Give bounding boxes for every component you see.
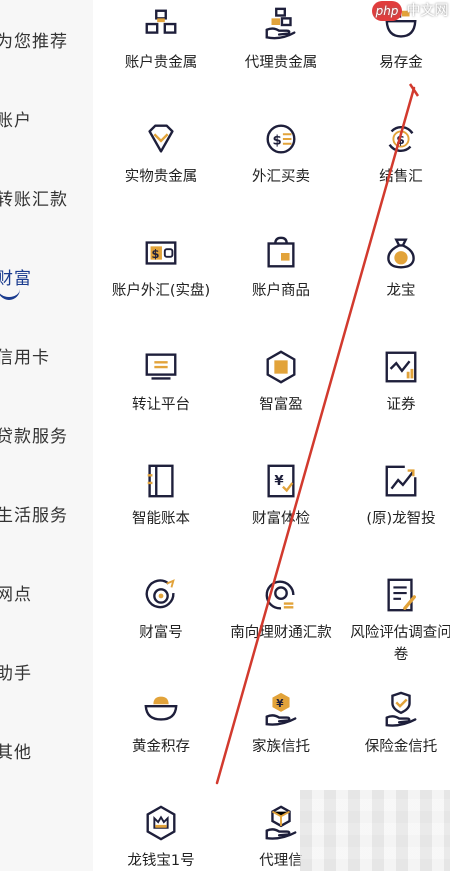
grid-item-wealth-checkup[interactable]: ¥ 财富体检	[221, 462, 341, 530]
sidebar-item-assistant[interactable]: 助手	[0, 659, 32, 684]
grid-item-southbound-remit[interactable]: 南向理财通汇款	[221, 576, 341, 644]
category-sidebar: 为您推荐 账户 转账汇款 财富 信用卡 贷款服务 生活服务 网点 助手 其他	[0, 0, 93, 871]
grid-item-label: 风险评估调查问卷	[350, 625, 450, 663]
grid-item-label: 账户外汇(实盘)	[111, 283, 211, 299]
sidebar-item-branches[interactable]: 网点	[0, 580, 32, 605]
grid-item-label: 智富盈	[259, 397, 303, 413]
wealth-services-grid: 账户贵金属 代理贵金属 易存金 实物贵金属 $ 外汇买卖 $ 结售汇 $ 账户外…	[93, 0, 450, 871]
money-bag-icon	[387, 238, 415, 269]
grid-item-label: 保险金信托	[364, 739, 438, 755]
wallet-dollar-icon: $	[145, 241, 177, 265]
grid-item-label: 黄金积存	[132, 739, 190, 755]
grid-item-label: 易存金	[379, 55, 423, 71]
grid-item-longzhitou[interactable]: (原)龙智投	[341, 462, 450, 530]
currency-cycle-icon: $	[388, 126, 414, 152]
crown-badge-icon	[146, 805, 176, 841]
insurance-trust-icon	[385, 691, 417, 727]
grid-item-risk-survey[interactable]: 风险评估调查问卷	[341, 576, 450, 666]
grid-item-account-metal[interactable]: 账户贵金属	[101, 6, 221, 74]
diamond-icon	[148, 124, 174, 153]
grid-item-account-fx[interactable]: $ 账户外汇(实盘)	[101, 234, 221, 302]
grid-item-longqianbao[interactable]: 龙钱宝1号	[101, 804, 221, 872]
grid-item-label: 财富体检	[252, 511, 310, 527]
checkup-clipboard-icon: ¥	[267, 464, 295, 498]
grid-item-label: 外汇买卖	[252, 169, 310, 185]
svg-text:$: $	[272, 134, 281, 149]
grid-item-zhifuying[interactable]: 智富盈	[221, 348, 341, 416]
grid-item-gold-savings[interactable]: 黄金积存	[101, 690, 221, 758]
blurred-region	[300, 790, 450, 871]
transfer-monitor-icon	[145, 353, 177, 380]
svg-text:¥: ¥	[274, 474, 284, 489]
grid-item-label: 智能账本	[132, 511, 190, 527]
sidebar-item-loans[interactable]: 贷款服务	[0, 422, 68, 447]
grid-item-insurance-trust[interactable]: 保险金信托	[341, 690, 450, 758]
grid-item-label: 结售汇	[379, 169, 423, 185]
shopping-bag-icon	[267, 236, 295, 268]
sidebar-item-credit-card[interactable]: 信用卡	[0, 343, 50, 368]
grid-item-transfer-platform[interactable]: 转让平台	[101, 348, 221, 416]
gold-ingot-icon	[144, 696, 178, 721]
survey-form-icon	[387, 578, 416, 612]
stock-chart-icon	[385, 351, 417, 383]
grid-item-label: 账户商品	[252, 283, 310, 299]
sidebar-item-account[interactable]: 账户	[0, 106, 32, 131]
watermark-text: 中文网	[406, 3, 449, 19]
grid-item-label: (原)龙智投	[366, 511, 436, 527]
watermark-logo: php	[372, 1, 402, 21]
grid-item-label: 财富号	[139, 625, 183, 641]
grid-item-label: 证券	[386, 397, 416, 413]
gold-bars-icon	[145, 9, 177, 34]
svg-text:$: $	[152, 247, 160, 261]
sidebar-item-transfer[interactable]: 转账汇款	[0, 185, 68, 210]
grid-item-label: 家族信托	[252, 739, 310, 755]
grid-item-wealth-account[interactable]: 财富号	[101, 576, 221, 644]
site-watermark: php 中文网	[372, 0, 450, 22]
svg-text:¥: ¥	[276, 698, 284, 710]
grid-item-label: 代理贵金属	[244, 55, 318, 71]
hexagon-badge-icon	[266, 350, 296, 384]
svg-text:$: $	[396, 133, 405, 147]
family-trust-icon: ¥	[265, 692, 297, 726]
grid-item-family-trust[interactable]: ¥ 家族信托	[221, 690, 341, 758]
sidebar-item-wealth[interactable]: 财富	[0, 264, 32, 289]
grid-item-physical-metal[interactable]: 实物贵金属	[101, 120, 221, 188]
exchange-icon: $	[266, 124, 296, 154]
active-indicator	[0, 287, 20, 300]
cross-border-icon	[265, 580, 295, 610]
gold-hand-icon	[265, 7, 296, 40]
grid-item-account-goods[interactable]: 账户商品	[221, 234, 341, 302]
grid-item-agent-metal[interactable]: 代理贵金属	[221, 6, 341, 74]
ledger-book-icon	[147, 464, 174, 498]
grid-item-label: 实物贵金属	[124, 169, 198, 185]
grid-item-label: 账户贵金属	[124, 55, 198, 71]
grid-item-forex[interactable]: $ 外汇买卖	[221, 120, 341, 188]
sidebar-item-recommend[interactable]: 为您推荐	[0, 27, 68, 52]
grid-item-label: 转让平台	[132, 397, 190, 413]
grid-item-label: 龙钱宝1号	[127, 853, 195, 869]
cube-hand-icon	[265, 805, 297, 840]
sidebar-item-life[interactable]: 生活服务	[0, 501, 68, 526]
grid-item-longbao[interactable]: 龙宝	[341, 234, 450, 302]
grid-item-label: 南向理财通汇款	[230, 625, 332, 641]
sidebar-item-other[interactable]: 其他	[0, 738, 32, 763]
grid-item-smart-ledger[interactable]: 智能账本	[101, 462, 221, 530]
grid-item-securities[interactable]: 证券	[341, 348, 450, 416]
grid-item-label: 龙宝	[386, 283, 416, 299]
trend-up-icon	[385, 465, 417, 497]
grid-item-fx-settlement[interactable]: $ 结售汇	[341, 120, 450, 188]
target-icon	[145, 579, 175, 609]
